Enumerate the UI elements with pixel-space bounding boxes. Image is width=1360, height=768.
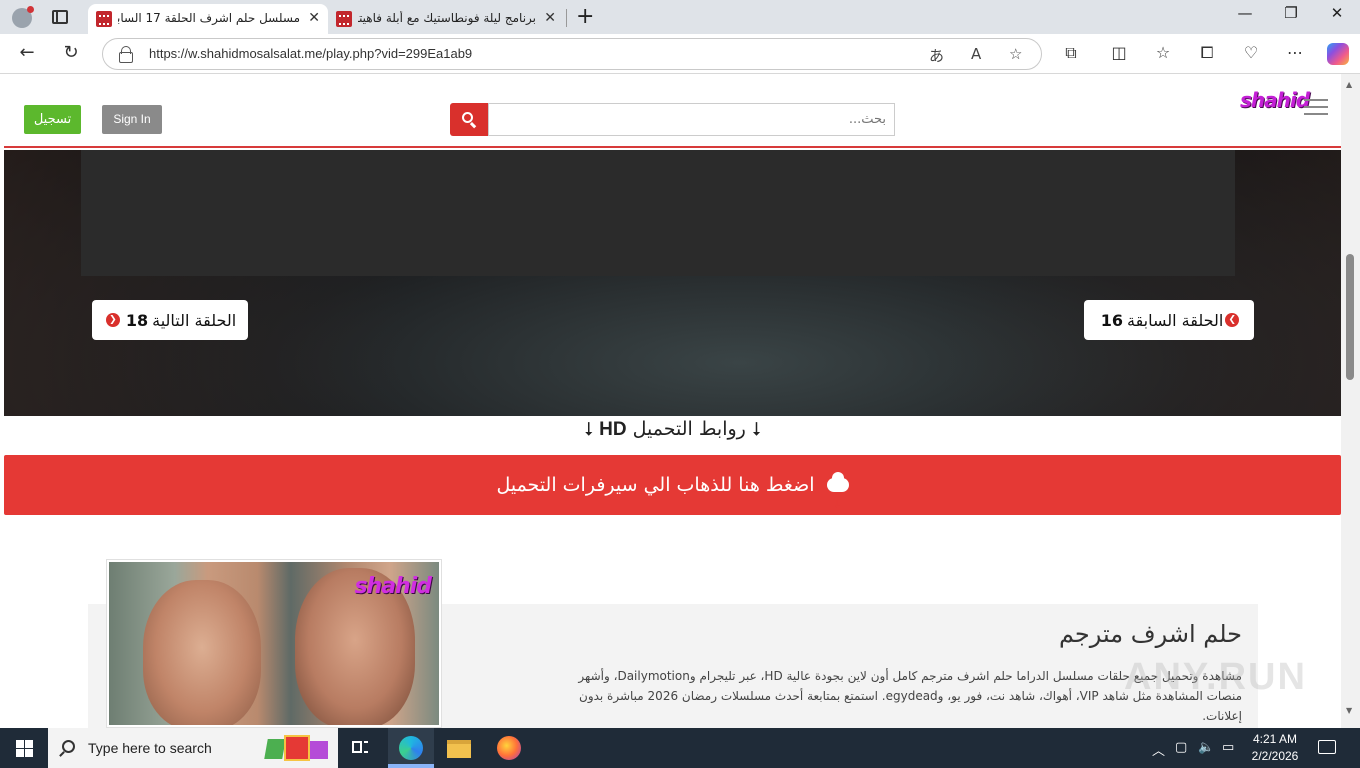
new-tab-button[interactable]: + [576,4,594,29]
tab-label: برنامج ليلة فونطاستيك مع أبلة فاهيتا [358,11,536,25]
minimize-button[interactable]: — [1222,4,1268,22]
download-title-text: روابط التحميل [632,418,746,440]
close-window-button[interactable]: ✕ [1314,4,1360,22]
scroll-down-arrow-icon[interactable]: ▼ [1346,706,1352,715]
prev-episode-label: الحلقة السابقة [1126,310,1224,330]
firefox-icon[interactable] [496,736,522,760]
clock-time: 4:21 AM [1252,732,1298,746]
poster-face-left [143,580,261,725]
tab-actions-icon[interactable] [52,10,68,24]
previous-episode-button[interactable]: ❯ الحلقة السابقة 16 [1084,300,1254,340]
download-servers-button[interactable]: اضغط هنا للذهاب الي سيرفرات التحميل [4,455,1341,535]
tab-close-icon[interactable]: ✕ [308,10,320,26]
tray-chevron-icon[interactable]: ︿ [1152,740,1165,759]
back-button[interactable]: ← [12,42,42,63]
tab-close-icon[interactable]: ✕ [544,10,556,26]
tab-separator [566,9,567,27]
search-highlight-gift-icon[interactable] [264,735,330,761]
translate-icon[interactable]: あ [929,45,944,66]
profile-icon[interactable] [12,6,34,28]
signin-button[interactable]: Sign In [102,105,162,134]
scroll-up-arrow-icon[interactable]: ▲ [1346,80,1352,89]
maximize-button[interactable]: ❐ [1268,4,1314,22]
page-scrollbar[interactable]: ▲ ▼ [1341,74,1360,728]
browser-tab-bar: مسلسل حلم اشرف الحلقة 17 السابعة ✕ برنام… [0,0,1360,34]
read-aloud-icon[interactable]: A [971,45,981,63]
favorites-icon[interactable]: ☆ [1150,43,1176,62]
register-button[interactable]: تسجيل [24,105,81,134]
taskbar-search-placeholder: Type here to search [88,740,212,756]
search-button[interactable] [450,103,488,136]
copilot-icon[interactable] [1327,43,1349,65]
download-servers-label: اضغط هنا للذهاب الي سيرفرات التحميل [496,474,815,496]
chevron-left-circle-icon: ❮ [105,313,120,327]
tab-active[interactable]: مسلسل حلم اشرف الحلقة 17 السابعة ✕ [88,4,328,34]
active-app-indicator [388,764,434,768]
split-screen-icon[interactable]: ◫ [1106,43,1132,62]
player-area: ❯ الحلقة السابقة 16 الحلقة التالية 18 ❮ [4,150,1341,416]
download-links-heading: ⭣ روابط التحميل HD ⭣ [4,418,1341,441]
network-icon[interactable]: ▭ [1222,740,1234,755]
show-poster[interactable]: shahid [106,559,442,728]
search-icon [462,112,473,123]
windows-start-icon[interactable] [16,740,33,757]
show-title: حلم اشرف مترجم [1058,620,1242,648]
taskbar-clock[interactable]: 4:21 AM 2/2/2026 [1246,731,1304,765]
watermark: ANY.RUN [1124,656,1307,698]
task-view-icon[interactable] [348,736,374,760]
meet-now-icon[interactable]: ▢ [1175,740,1187,755]
favorite-star-icon[interactable]: ☆ [1009,45,1022,63]
browser-essentials-icon[interactable]: ♡ [1238,43,1264,62]
extensions-icon[interactable]: ⧉ [1058,43,1084,63]
download-title-hd: HD [599,419,627,440]
file-explorer-icon[interactable] [446,736,472,760]
next-episode-number: 18 [125,310,149,330]
address-bar[interactable]: https://w.shahidmosalsalat.me/play.php?v… [102,38,1042,70]
page-viewport: تسجيل Sign In shahid ❯ الحلقة السابقة 16… [4,74,1341,728]
site-favicon-icon [336,11,352,27]
arrow-down-icon: ⭣ [751,418,761,440]
collections-icon[interactable]: ⧠ [1194,43,1220,63]
hamburger-menu-icon[interactable] [1304,99,1328,115]
tab-inactive[interactable]: برنامج ليلة فونطاستيك مع أبلة فاهيتا ✕ [328,4,564,34]
url-text[interactable]: https://w.shahidmosalsalat.me/play.php?v… [149,46,472,61]
chevron-left-circle-icon: ❯ [1225,313,1240,327]
site-header: تسجيل Sign In shahid [4,74,1341,148]
poster-image: shahid [109,562,439,725]
video-player[interactable] [81,150,1235,276]
more-menu-icon[interactable]: ⋯ [1282,43,1308,62]
reload-button[interactable]: ↻ [56,42,86,63]
site-logo[interactable]: shahid [1240,88,1310,112]
search-input[interactable] [488,103,895,136]
clock-date: 2/2/2026 [1251,749,1299,763]
next-episode-button[interactable]: الحلقة التالية 18 ❮ [92,300,248,340]
volume-icon[interactable]: 🔈 [1198,740,1214,755]
scroll-thumb[interactable] [1346,254,1354,380]
lock-icon[interactable] [119,46,133,63]
prev-episode-number: 16 [1100,310,1123,330]
arrow-down-icon: ⭣ [584,418,594,440]
cloud-download-icon [826,472,849,535]
site-favicon-icon [96,11,112,27]
edge-browser-icon[interactable] [398,736,424,760]
search-icon [62,740,75,753]
windows-taskbar: Type here to search ︿ ▢ 🔈 ▭ 4:21 AM 2/2/… [0,728,1360,768]
tab-label: مسلسل حلم اشرف الحلقة 17 السابعة [118,11,300,25]
next-episode-label: الحلقة التالية [152,310,237,330]
notifications-icon[interactable] [1318,740,1336,754]
poster-logo: shahid [354,574,432,599]
browser-toolbar: ← ↻ https://w.shahidmosalsalat.me/play.p… [0,34,1360,74]
